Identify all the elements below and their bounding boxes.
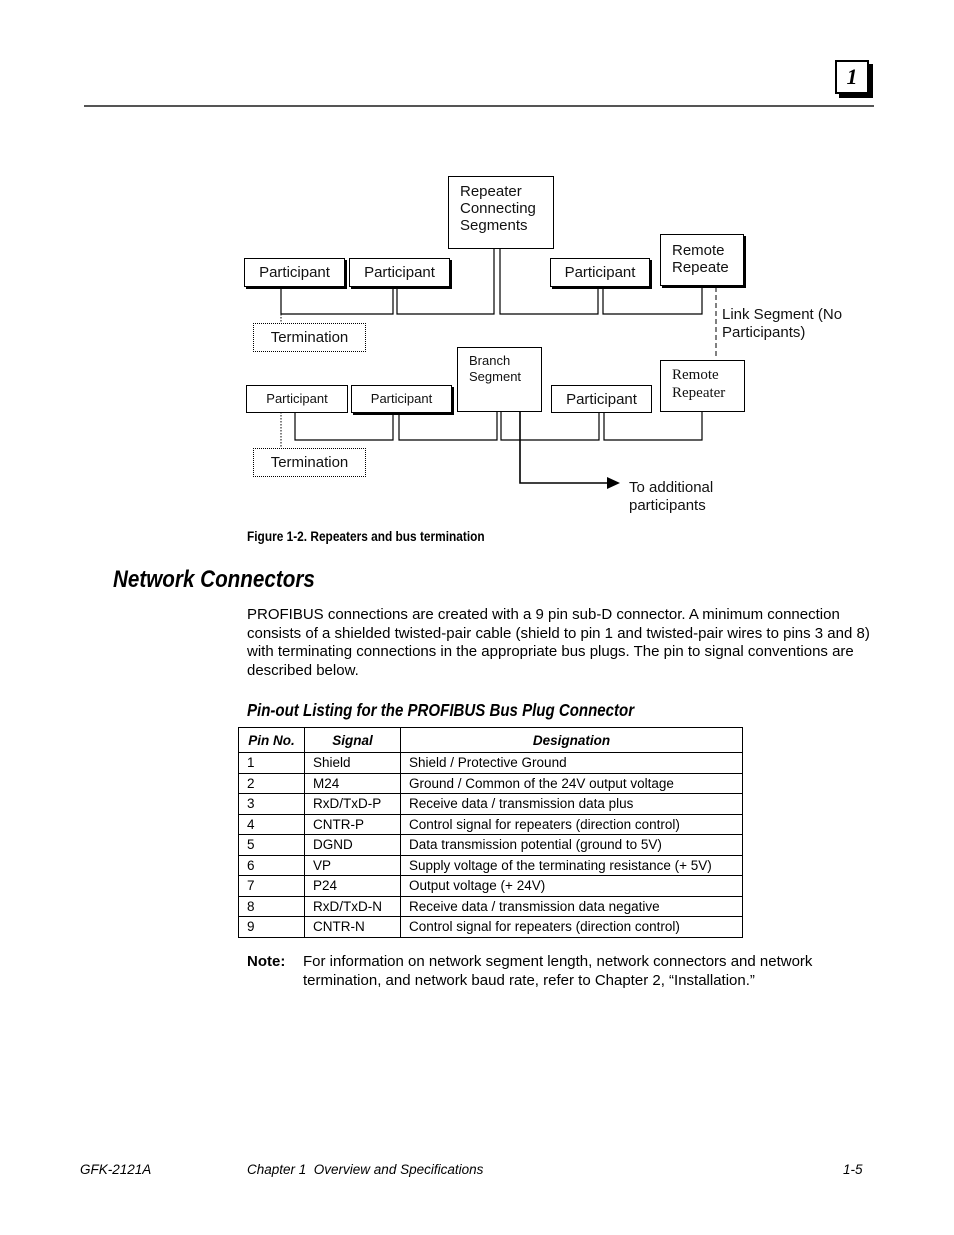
table-row: 9 CNTR-N Control signal for repeaters (dir… (238, 916, 743, 938)
table-row: 2 M24 Ground / Common of the 24V output vo… (238, 772, 743, 794)
footer-page-number: 1-5 (843, 1162, 863, 1177)
pinout-table: Pin No. Signal Designation 1 Shield Shield… (238, 727, 743, 938)
body-paragraph: PROFIBUS connections are created with a … (247, 606, 870, 679)
cell-pin-no: 5 (238, 834, 305, 856)
participant-label: Participant (566, 390, 637, 408)
cell-signal: CNTR-P (304, 813, 401, 835)
cell-signal: CNTR-N (304, 916, 401, 938)
participant-box: Participant (351, 385, 452, 413)
participant-box: Participant (246, 385, 348, 413)
footer-chapter: Chapter 1 Overview and Specifications (247, 1162, 484, 1177)
participant-label: Participant (266, 391, 328, 406)
cell-designation: Output voltage (+ 24V) (400, 875, 743, 897)
cell-pin-no: 9 (238, 916, 305, 938)
cell-signal: RxD/TxD-P (304, 793, 401, 815)
cell-pin-no: 3 (238, 793, 305, 815)
repeater-diagram: Repeater Connecting Segments Participant… (0, 0, 954, 560)
cell-pin-no: 1 (238, 752, 305, 774)
cell-designation: Control signal for repeaters (direction … (400, 916, 743, 938)
cell-pin-no: 7 (238, 875, 305, 897)
footer-doc-number: GFK-2121A (80, 1162, 152, 1177)
cell-signal: RxD/TxD-N (304, 895, 401, 917)
table-title: Pin-out Listing for the PROFIBUS Bus Plu… (247, 700, 635, 720)
cell-designation: Shield / Protective Ground (400, 752, 743, 774)
participant-box: Participant (551, 385, 652, 413)
remote-repeater-top-label: Remote Repeate (672, 242, 729, 276)
diagram-wires (280, 248, 717, 489)
branch-segment-box: Branch Segment (457, 347, 542, 412)
additional-participants-label: To additional participants (629, 479, 714, 514)
cell-designation: Receive data / transmission data negativ… (400, 895, 743, 917)
cell-designation: Data transmission potential (ground to 5… (400, 834, 743, 856)
table-row: 6 VP Supply voltage of the terminating res… (238, 854, 743, 876)
remote-repeater-bottom-box: Remote Repeater (660, 360, 745, 412)
arrow-head (607, 477, 620, 489)
note-text: For information on network segment lengt… (303, 953, 813, 989)
table-header-row: Pin No. Signal Designation (238, 727, 743, 753)
cell-signal: VP (304, 854, 401, 876)
bus-wire (294, 412, 394, 441)
cell-designation: Control signal for repeaters (direction … (400, 813, 743, 835)
cell-designation: Supply voltage of the terminating resist… (400, 854, 743, 876)
figure-caption: Figure 1-2. Repeaters and bus terminatio… (247, 529, 485, 544)
cell-pin-no: 8 (238, 895, 305, 917)
header-designation: Designation (400, 727, 743, 753)
participant-box: Participant (550, 258, 650, 287)
repeater-connecting-label: Repeater Connecting Segments (460, 183, 536, 234)
branch-wire (519, 412, 608, 484)
participant-label: Participant (259, 264, 330, 281)
header-signal: Signal (304, 727, 401, 753)
participant-label: Participant (364, 264, 435, 281)
participant-box: Participant (244, 258, 345, 287)
cell-signal: Shield (304, 752, 401, 774)
table-row: 7 P24 Output voltage (+ 24V) (238, 875, 743, 897)
link-segment-label: Link Segment (No Participants) (722, 306, 843, 341)
cell-pin-no: 4 (238, 813, 305, 835)
note-label: Note: (247, 953, 286, 970)
cell-designation: Ground / Common of the 24V output voltag… (400, 772, 743, 794)
header-pin-no: Pin No. (238, 727, 305, 753)
repeater-connecting-box: Repeater Connecting Segments (448, 176, 554, 249)
termination-box: Termination (253, 448, 366, 477)
table-row: 3 RxD/TxD-P Receive data / transmission da… (238, 793, 743, 815)
termination-label: Termination (270, 454, 349, 471)
remote-repeater-top-box: Remote Repeate (660, 234, 744, 286)
remote-repeater-bottom-label: Remote Repeater (672, 367, 726, 401)
cell-signal: M24 (304, 772, 401, 794)
bus-wire (603, 411, 703, 441)
table-row: 4 CNTR-P Control signal for repeaters (dir… (238, 813, 743, 835)
cell-signal: DGND (304, 834, 401, 856)
cell-pin-no: 6 (238, 854, 305, 876)
cell-designation: Receive data / transmission data plus (400, 793, 743, 815)
bus-wire (280, 287, 394, 315)
participant-box: Participant (349, 258, 450, 287)
section-title: Network Connectors (113, 566, 315, 593)
table-row: 5 DGND Data transmission potential (ground… (238, 834, 743, 856)
termination-label: Termination (270, 329, 349, 346)
termination-box: Termination (253, 323, 366, 352)
table-row: 1 Shield Shield / Protective Ground (238, 752, 743, 774)
bus-wire (500, 412, 600, 441)
participant-label: Participant (370, 391, 433, 406)
table-row: 8 RxD/TxD-N Receive data / transmission da… (238, 895, 743, 917)
participant-label: Participant (564, 264, 636, 281)
branch-segment-label: Branch Segment (469, 353, 522, 384)
bus-wire (398, 412, 498, 441)
cell-pin-no: 2 (238, 772, 305, 794)
cell-signal: P24 (304, 875, 401, 897)
bus-wire (602, 286, 703, 315)
